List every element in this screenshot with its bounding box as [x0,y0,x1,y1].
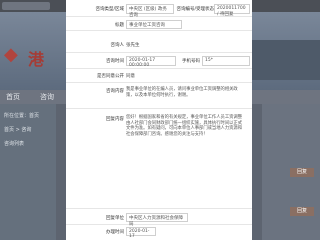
field-label: 回复内容 [106,117,124,122]
browser-tab[interactable] [2,2,50,10]
sidebar-item-location: 所在位置：首页 [4,113,40,119]
field-row-unit: 回复单位 中央区人力资源和社会保障局 [66,212,252,227]
reply-button-2[interactable]: 回复 [290,207,314,216]
field-label: 是否同意公开 [97,74,124,79]
banner-ship-image [250,40,320,80]
extra-field[interactable]: 2020011700 / 待回复 [214,4,250,17]
consult-detail-modal: 咨询类型/区域 中央区 (区级) 政务咨询 咨询编号/受理状态 20200117… [66,0,252,240]
time-field[interactable]: 2020-01-17 00:00:00 [126,56,176,68]
site-logo-text: 港 [28,50,45,69]
field-row-answer: 回复内容 您好！根据国家和省的有关规定，事业单位工作人员工资调整由人社部门会同财… [66,112,252,209]
field-label: 标题 [115,23,124,28]
sidebar-item-breadcrumb[interactable]: 首页 > 咨询 [4,126,52,134]
field-label: 咨询时间 [106,59,124,64]
field-row-question: 咨询内容 我是事业单位的在编人员，请问事业单位工资调整的相关政策，以及本单位何时… [66,84,252,109]
extra-label: 咨询编号/受理状态 [176,7,214,12]
title-field[interactable]: 事业单位工资咨询 [126,20,182,29]
answer-text: 您好！根据国家和省的有关规定，事业单位工作人员工资调整由人社部门会同财政部门统一… [126,115,243,137]
field-label: 回复单位 [106,216,124,221]
field-label: 咨询人 [110,43,125,48]
phone-label: 手机号码 [182,59,200,64]
field-label: 咨询类型/区域 [95,7,124,12]
nav-item-home[interactable]: 首页 [6,92,20,102]
name-value: 张先生 [126,43,140,48]
question-text: 我是事业单位的在编人员，请问事业单位工资调整的相关政策，以及本单位何时执行，谢谢… [126,87,238,98]
field-row-time: 咨询时间 2020-01-17 00:00:00 手机号码 15* [66,54,252,69]
phone-field[interactable]: 15* [202,56,250,66]
site-logo-icon: ◆ [4,44,18,65]
field-row-type: 咨询类型/区域 中央区 (区级) 政务咨询 咨询编号/受理状态 20200117… [66,2,252,18]
sidebar-item-list[interactable]: 咨询列表 [4,140,52,148]
field-row-date: 办理时间 2020-01-17 [66,226,252,239]
field-label: 咨询内容 [106,89,124,94]
field-row-name: 咨询人 张先生 [66,38,252,53]
public-value: 同意 [126,74,135,79]
field-label: 办理时间 [106,230,124,235]
date-field[interactable]: 2020-01-17 [126,227,156,239]
reply-button[interactable]: 回复 [290,168,314,177]
field-row-public: 是否同意公开 同意 [66,70,252,83]
unit-field[interactable]: 中央区人力资源和社会保障局 [126,213,188,227]
field-row-title: 标题 事业单位工资咨询 [66,18,252,31]
sidebar: 所在位置：首页 首页 > 咨询 咨询列表 [0,104,56,240]
type-field[interactable]: 中央区 (区级) 政务咨询 [126,4,174,18]
nav-item-consult[interactable]: 咨询 [40,92,54,102]
